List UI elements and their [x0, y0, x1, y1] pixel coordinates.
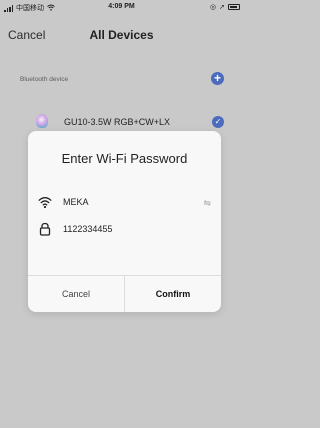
switch-network-icon[interactable]: ⇋ [203, 198, 211, 209]
section-header: Bluetooth device [20, 76, 69, 83]
status-right: ◎ ➚ [210, 3, 240, 11]
confirm-button[interactable]: Confirm [125, 276, 221, 312]
location-icon: ➚ [219, 4, 225, 11]
status-time: 4:09 PM [108, 3, 135, 10]
password-field[interactable]: 1122334455 [63, 224, 112, 234]
wifi-name-field[interactable]: MEKA [63, 197, 89, 207]
page-title: All Devices [89, 28, 154, 42]
cancel-button[interactable]: Cancel [28, 276, 124, 312]
check-icon[interactable]: ✓ [212, 116, 224, 128]
wifi-icon [38, 195, 52, 209]
modal-title: Enter Wi-Fi Password [61, 151, 188, 166]
bulb-icon [36, 114, 48, 128]
password-row: 1122334455 [28, 220, 221, 238]
lock-icon [38, 222, 52, 236]
modal-actions: Cancel Confirm [28, 275, 221, 312]
alarm-icon: ◎ [210, 4, 217, 11]
status-bar: 中国移动 4:09 PM ◎ ➚ [0, 0, 243, 16]
wifi-password-modal: Enter Wi-Fi Password MEKA ⇋ 1122334455 C… [28, 131, 221, 312]
add-icon[interactable]: + [211, 72, 224, 85]
device-name: GU10-3.5W RGB+CW+LX [64, 117, 171, 127]
wifi-network-row: MEKA ⇋ [28, 193, 221, 211]
battery-icon [228, 4, 240, 10]
nav-bar: Cancel All Devices [0, 22, 243, 48]
